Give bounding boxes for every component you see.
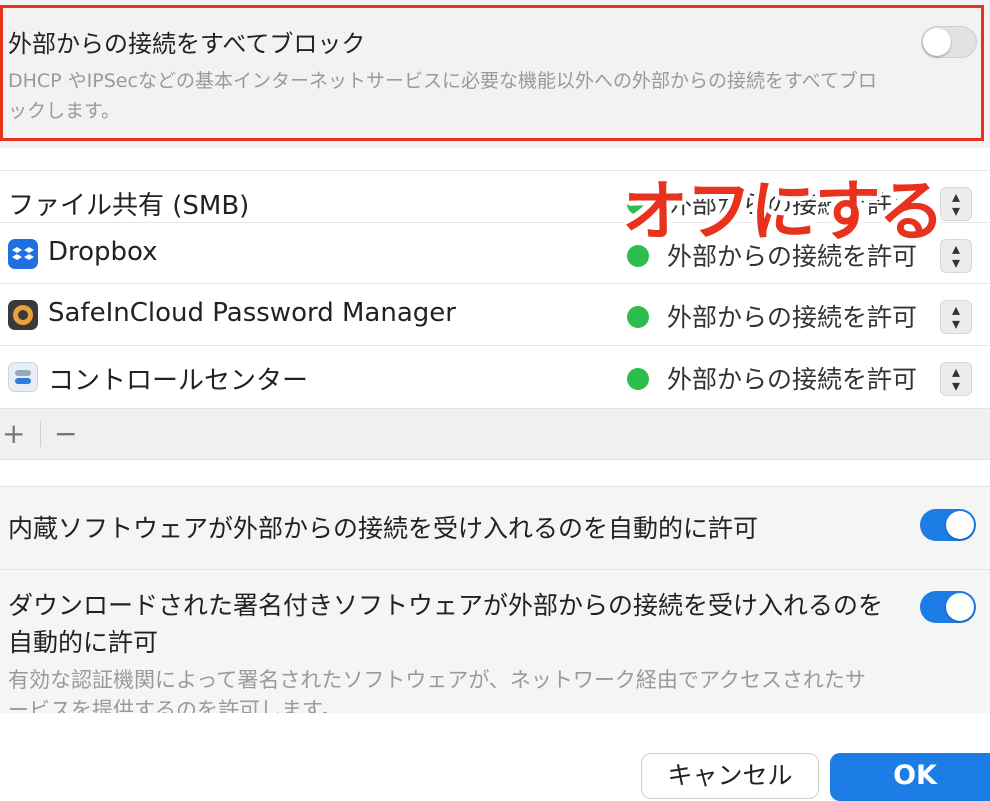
connection-status: 外部からの接続を許可 bbox=[667, 365, 918, 394]
signed-software-label: ダウンロードされた署名付きソフトウェアが外部からの接続を受け入れるのを自動的に許… bbox=[8, 591, 884, 657]
status-popup-button[interactable]: ▴ ▾ bbox=[940, 362, 972, 396]
status-popup-button[interactable]: ▴ ▾ bbox=[940, 239, 972, 273]
status-popup-button[interactable]: ▴ ▾ bbox=[940, 300, 972, 334]
app-name: SafeInCloud Password Manager bbox=[48, 298, 456, 328]
list-item[interactable]: コントロールセンター 外部からの接続を許可 ▴ ▾ bbox=[0, 345, 990, 405]
status-dot-icon bbox=[627, 306, 649, 328]
control-center-icon bbox=[8, 362, 38, 392]
signed-software-description: 有効な認証機関によって署名されたソフトウェアが、ネットワーク経由でアクセスされた… bbox=[8, 668, 866, 713]
dropbox-icon bbox=[8, 239, 38, 269]
cancel-button[interactable]: キャンセル bbox=[641, 753, 819, 799]
status-popup-button[interactable]: ▴ ▾ bbox=[940, 187, 972, 221]
app-name: コントロールセンター bbox=[48, 366, 309, 396]
app-name: ファイル共有 (SMB) bbox=[8, 191, 250, 221]
app-name: Dropbox bbox=[48, 237, 158, 267]
toolbar-divider bbox=[40, 421, 41, 447]
safeincloud-icon bbox=[8, 300, 38, 330]
toggle-knob bbox=[946, 511, 974, 539]
annotation-callout: オフにする bbox=[622, 173, 945, 250]
highlight-frame bbox=[0, 5, 984, 141]
divider bbox=[0, 569, 990, 570]
block-all-section: 外部からの接続をすべてブロック DHCP やIPSecなどの基本インターネットサ… bbox=[0, 0, 990, 148]
status-dot-icon bbox=[627, 368, 649, 390]
ok-button[interactable]: OK bbox=[830, 753, 990, 801]
builtin-software-toggle[interactable] bbox=[920, 509, 976, 541]
auto-allow-settings: 内蔵ソフトウェアが外部からの接続を受け入れるのを自動的に許可 ダウンロードされた… bbox=[0, 486, 990, 713]
toggle-knob bbox=[946, 593, 974, 621]
remove-app-button[interactable]: − bbox=[54, 417, 77, 450]
add-app-button[interactable]: + bbox=[2, 417, 25, 450]
builtin-software-label: 内蔵ソフトウェアが外部からの接続を受け入れるのを自動的に許可 bbox=[8, 514, 759, 543]
list-item[interactable]: SafeInCloud Password Manager 外部からの接続を許可 … bbox=[0, 283, 990, 343]
signed-software-toggle[interactable] bbox=[920, 591, 976, 623]
connection-status: 外部からの接続を許可 bbox=[667, 303, 918, 332]
list-toolbar: + − bbox=[0, 408, 990, 460]
